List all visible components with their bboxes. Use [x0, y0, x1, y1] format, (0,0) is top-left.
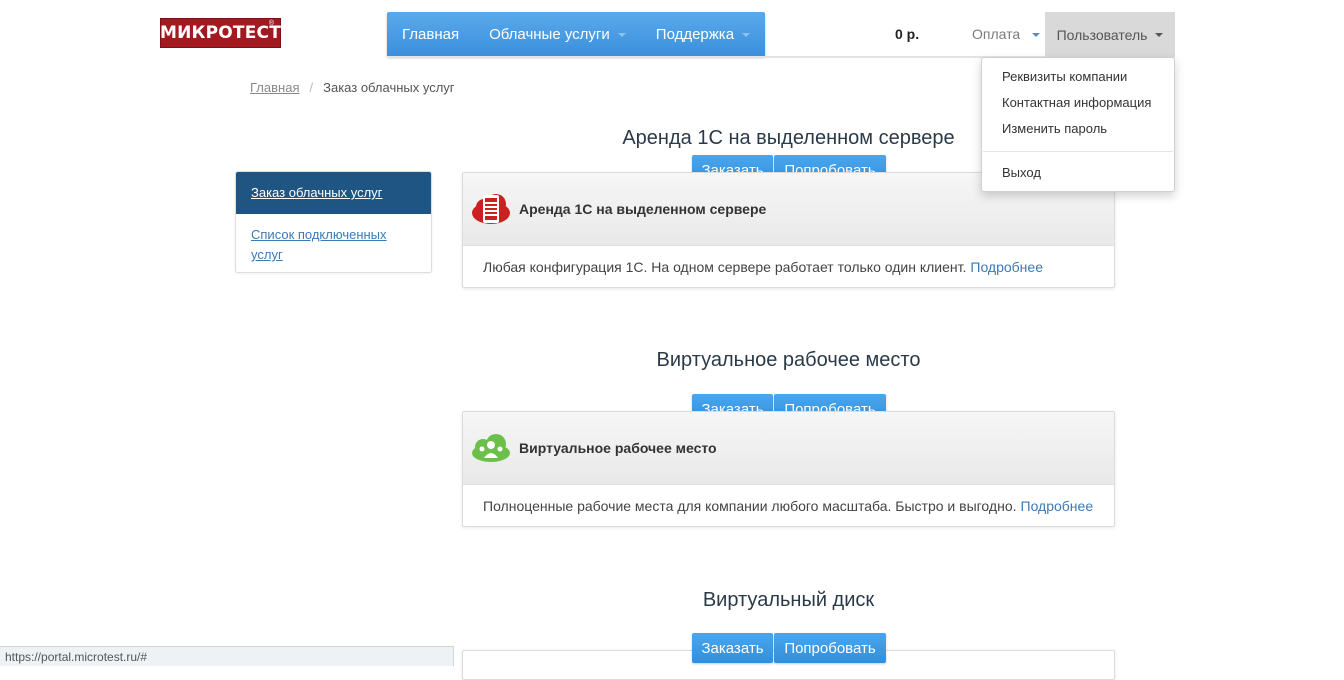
user-menu-label: Пользователь: [1056, 26, 1148, 43]
service-card-header: Виртуальное рабочее место: [463, 412, 1114, 485]
more-link[interactable]: Подробнее: [1021, 498, 1094, 514]
service-actions: Заказать Попробовать: [692, 633, 886, 663]
logo-text: МИКРОТЕСТ: [159, 23, 282, 43]
menu-item-contact-info[interactable]: Контактная информация: [982, 90, 1174, 116]
nav-home[interactable]: Главная: [387, 12, 474, 57]
order-button[interactable]: Заказать: [692, 633, 773, 663]
account-balance: 0 р.: [895, 26, 920, 42]
sidebar-item-label[interactable]: Заказ облачных услуг: [251, 185, 382, 200]
chevron-down-icon: [1155, 32, 1164, 37]
service-card: Виртуальное рабочее место Полноценные ра…: [462, 411, 1115, 527]
service-card-body: Любая конфигурация 1С. На одном сервере …: [463, 246, 1114, 287]
payment-menu[interactable]: Оплата: [972, 26, 1041, 42]
service-card-name: Виртуальное рабочее место: [519, 440, 717, 456]
try-button[interactable]: Попробовать: [774, 633, 886, 663]
sidebar-item-order-services[interactable]: Заказ облачных услуг: [236, 172, 431, 214]
sidebar: Заказ облачных услуг Список подключенных…: [235, 171, 432, 273]
sidebar-item-label[interactable]: Список подключенных услуг: [251, 227, 387, 262]
service-card-body: Полноценные рабочие места для компании л…: [463, 485, 1114, 526]
chevron-down-icon: [742, 32, 751, 37]
server-cloud-icon: [472, 194, 510, 224]
service-title: Виртуальный диск: [702, 589, 875, 611]
browser-status-bar: https://portal.microtest.ru/#: [0, 646, 454, 666]
logo-registered-mark: ®: [268, 20, 274, 27]
nav-support-label: Поддержка: [655, 26, 735, 43]
payment-menu-label: Оплата: [972, 26, 1021, 42]
more-link[interactable]: Подробнее: [970, 259, 1043, 275]
chevron-down-icon: [1032, 33, 1041, 38]
service-description: Любая конфигурация 1С. На одном сервере …: [483, 259, 967, 275]
breadcrumb-separator: /: [309, 80, 314, 95]
menu-item-logout[interactable]: Выход: [982, 160, 1174, 186]
breadcrumb: Главная / Заказ облачных услуг: [250, 80, 455, 95]
breadcrumb-current: Заказ облачных услуг: [323, 80, 455, 95]
users-cloud-icon: [472, 434, 510, 462]
status-url: https://portal.microtest.ru/#: [5, 650, 148, 664]
service-title: Виртуальное рабочее место: [656, 349, 921, 371]
menu-item-change-password[interactable]: Изменить пароль: [982, 116, 1174, 142]
nav-home-label: Главная: [402, 26, 460, 43]
nav-cloud-services-label: Облачные услуги: [489, 26, 610, 43]
nav-support[interactable]: Поддержка: [641, 12, 765, 57]
service-card-name: Аренда 1С на выделенном сервере: [519, 201, 767, 217]
service-description: Полноценные рабочие места для компании л…: [483, 498, 1017, 514]
user-menu-button[interactable]: Пользователь: [1045, 12, 1175, 57]
menu-divider: [983, 151, 1173, 152]
menu-item-company-details[interactable]: Реквизиты компании: [982, 64, 1174, 90]
main-nav: Главная Облачные услуги Поддержка: [387, 12, 766, 57]
breadcrumb-home-link[interactable]: Главная: [250, 80, 299, 95]
sidebar-item-connected-services[interactable]: Список подключенных услуг: [236, 214, 431, 272]
nav-cloud-services[interactable]: Облачные услуги: [474, 12, 641, 57]
chevron-down-icon: [617, 32, 626, 37]
user-dropdown-menu: Реквизиты компании Контактная информация…: [981, 57, 1175, 192]
company-logo[interactable]: МИКРОТЕСТ ®: [160, 18, 281, 48]
